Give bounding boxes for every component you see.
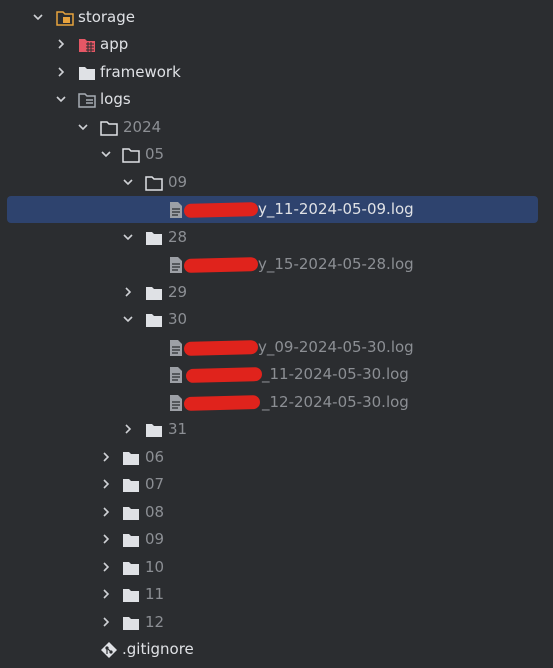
chevron-right-icon[interactable]: [120, 279, 136, 306]
folder-icon: [122, 531, 140, 549]
tree-label: 11: [145, 585, 165, 603]
tree-node-11[interactable]: 11: [0, 581, 553, 608]
tree-label: 28: [168, 228, 188, 246]
tree-node-day-28[interactable]: 28: [0, 224, 553, 251]
tree-file-gitignore[interactable]: .gitignore: [0, 636, 553, 663]
tree-label: 31: [168, 420, 188, 438]
tree-label: 06: [145, 448, 165, 466]
redaction-mark: [183, 340, 259, 356]
tree-label: 09: [168, 173, 188, 191]
tree-node-day-31[interactable]: 31: [0, 416, 553, 443]
tree-label: storage: [78, 8, 135, 26]
chevron-right-icon[interactable]: [98, 444, 114, 471]
tree-label: _12-2024-05-30.log: [262, 393, 409, 411]
tree-node-10[interactable]: 10: [0, 554, 553, 581]
tree-label: 08: [145, 503, 165, 521]
chevron-right-icon[interactable]: [98, 526, 114, 553]
tree-label: 12: [145, 613, 165, 631]
log-file-icon: [167, 256, 185, 274]
tree-node-09[interactable]: 09: [0, 526, 553, 553]
redaction-mark: [183, 202, 259, 218]
folder-icon: [122, 504, 140, 522]
log-file-icon: [167, 201, 185, 219]
folder-open-icon: [122, 146, 140, 164]
folder-icon: [122, 559, 140, 577]
folder-icon: [145, 284, 163, 302]
folder-open-icon: [100, 119, 118, 137]
folder-icon: [122, 614, 140, 632]
chevron-right-icon[interactable]: [98, 554, 114, 581]
folder-open-icon: [145, 174, 163, 192]
tree-node-2024[interactable]: 2024: [0, 114, 553, 141]
tree-node-12[interactable]: 12: [0, 609, 553, 636]
chevron-right-icon[interactable]: [120, 416, 136, 443]
tree-label: app: [100, 35, 129, 53]
tree-label: framework: [100, 63, 181, 81]
redaction-mark: [185, 367, 263, 383]
tree-node-08[interactable]: 08: [0, 499, 553, 526]
folder-icon: [122, 449, 140, 467]
tree-file-log-selected[interactable]: y_11-2024-05-09.log: [0, 196, 553, 223]
tree-label: logs: [100, 90, 131, 108]
tree-label: .gitignore: [122, 640, 194, 658]
tree-label: _11-2024-05-30.log: [262, 365, 409, 383]
tree-label: 05: [145, 145, 165, 163]
tree-label: 07: [145, 475, 165, 493]
folder-logs-icon: [78, 91, 96, 109]
tree-node-07[interactable]: 07: [0, 471, 553, 498]
chevron-right-icon[interactable]: [53, 59, 69, 86]
tree-label: 30: [168, 310, 188, 328]
tree-file-log[interactable]: _11-2024-05-30.log: [0, 361, 553, 388]
folder-red-grid-icon: [78, 36, 96, 54]
tree-file-log[interactable]: _12-2024-05-30.log: [0, 389, 553, 416]
log-file-icon: [167, 339, 185, 357]
tree-file-log[interactable]: y_15-2024-05-28.log: [0, 251, 553, 278]
chevron-down-icon[interactable]: [98, 141, 114, 168]
chevron-down-icon[interactable]: [75, 114, 91, 141]
chevron-right-icon[interactable]: [98, 581, 114, 608]
folder-icon: [145, 421, 163, 439]
chevron-right-icon[interactable]: [98, 609, 114, 636]
tree-label: 2024: [123, 118, 162, 136]
tree-node-day-30[interactable]: 30: [0, 306, 553, 333]
folder-icon: [145, 311, 163, 329]
chevron-right-icon[interactable]: [53, 31, 69, 58]
tree-label: 09: [145, 530, 165, 548]
chevron-right-icon[interactable]: [98, 471, 114, 498]
tree-label: y_11-2024-05-09.log: [258, 200, 414, 218]
tree-label: 10: [145, 558, 165, 576]
tree-node-day-09[interactable]: 09: [0, 169, 553, 196]
tree-node-05[interactable]: 05: [0, 141, 553, 168]
tree-label: y_09-2024-05-30.log: [258, 338, 414, 356]
tree-node-06[interactable]: 06: [0, 444, 553, 471]
folder-icon: [122, 476, 140, 494]
tree-label: 29: [168, 283, 188, 301]
tree-node-framework[interactable]: framework: [0, 59, 553, 86]
tree-node-day-29[interactable]: 29: [0, 279, 553, 306]
tree-file-log[interactable]: y_09-2024-05-30.log: [0, 334, 553, 361]
chevron-down-icon[interactable]: [120, 169, 136, 196]
folder-icon: [78, 64, 96, 82]
redaction-mark: [183, 395, 261, 411]
tree-node-logs[interactable]: logs: [0, 86, 553, 113]
chevron-right-icon[interactable]: [98, 499, 114, 526]
log-file-icon: [167, 394, 185, 412]
tree-label: y_15-2024-05-28.log: [258, 255, 414, 273]
folder-orange-icon: [56, 9, 74, 27]
folder-icon: [145, 229, 163, 247]
git-icon: [100, 641, 118, 659]
log-file-icon: [167, 366, 185, 384]
chevron-down-icon[interactable]: [120, 306, 136, 333]
chevron-down-icon[interactable]: [53, 86, 69, 113]
redaction-mark: [183, 257, 259, 273]
tree-node-storage[interactable]: storage: [0, 4, 553, 31]
chevron-down-icon[interactable]: [120, 224, 136, 251]
tree-node-app[interactable]: app: [0, 31, 553, 58]
folder-icon: [122, 586, 140, 604]
chevron-down-icon[interactable]: [30, 4, 46, 31]
